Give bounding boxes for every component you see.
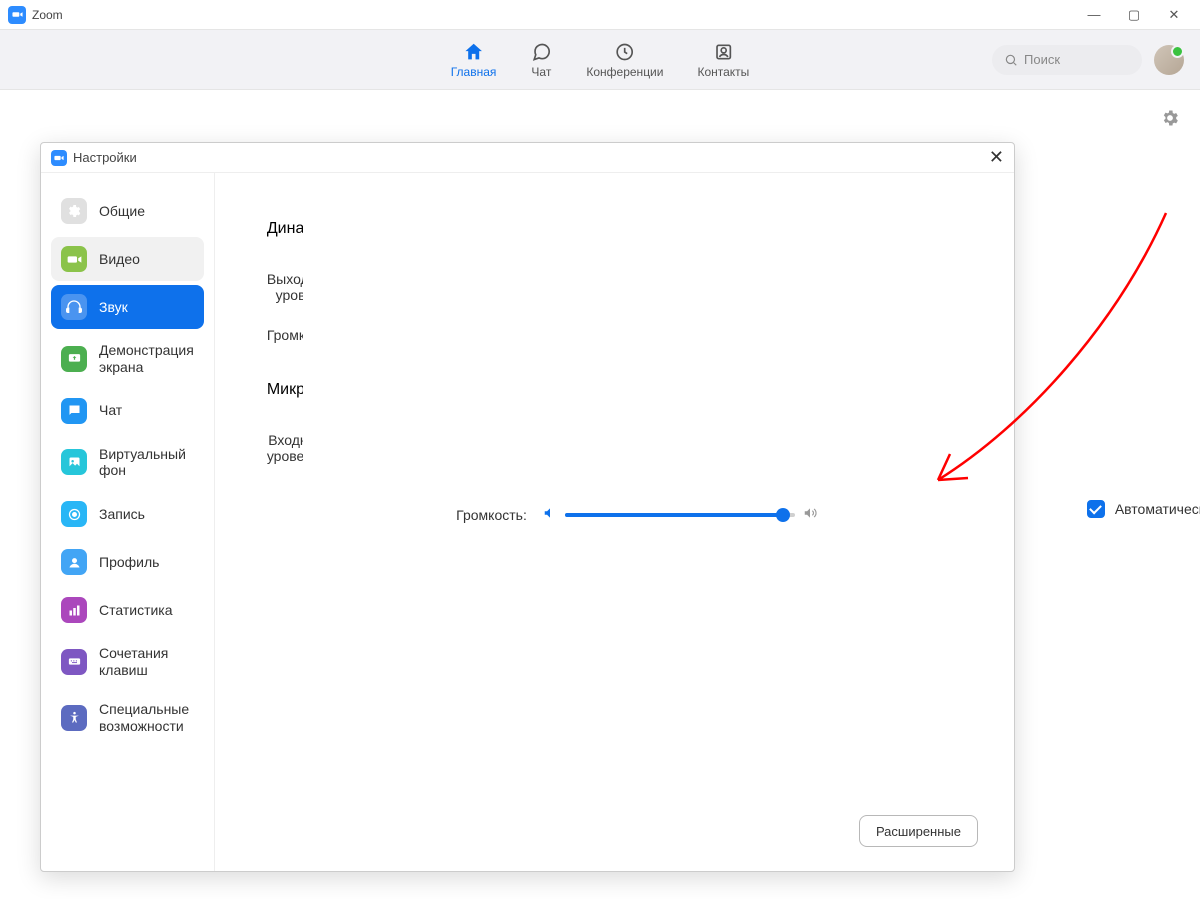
maximize-button[interactable]: ▢ — [1126, 7, 1142, 23]
advanced-button[interactable]: Расширенные — [859, 815, 978, 847]
zoom-app-icon — [51, 150, 67, 166]
gear-icon[interactable] — [1160, 108, 1180, 133]
minimize-button[interactable]: — — [1086, 7, 1102, 23]
profile-icon — [61, 549, 87, 575]
sidebar-item-video[interactable]: Видео — [51, 237, 204, 281]
close-window-button[interactable]: ✕ — [1166, 7, 1182, 23]
sidebar-item-label: Виртуальный фон — [99, 446, 194, 480]
sidebar-item-share-screen[interactable]: Демонстрация экрана — [51, 333, 204, 385]
contacts-icon — [712, 41, 734, 63]
sidebar-item-label: Звук — [99, 299, 128, 316]
video-icon — [61, 246, 87, 272]
tab-chat[interactable]: Чат — [530, 41, 552, 79]
tab-contacts[interactable]: Контакты — [697, 41, 749, 79]
search-placeholder: Поиск — [1024, 52, 1060, 67]
sidebar-item-general[interactable]: Общие — [51, 189, 204, 233]
output-level-label: Выходной уровень: — [267, 271, 303, 303]
search-input[interactable]: Поиск — [992, 45, 1142, 75]
sidebar-item-virtual-bg[interactable]: Виртуальный фон — [51, 437, 204, 489]
sidebar-item-label: Профиль — [99, 554, 159, 571]
settings-title: Настройки — [73, 150, 137, 165]
top-nav: Главная Чат Конференции Контакты Поиск — [0, 30, 1200, 90]
keyboard-icon — [61, 649, 87, 675]
audio-settings-panel: Динамик Проверить ... Динамики (Realtek … — [215, 173, 303, 871]
tab-label: Чат — [531, 65, 551, 79]
avatar[interactable] — [1154, 45, 1184, 75]
share-screen-icon — [61, 346, 87, 372]
sidebar-item-accessibility[interactable]: Специальные возможности — [51, 692, 204, 744]
sidebar-item-label: Специальные возможности — [99, 701, 194, 735]
settings-modal: Настройки ✕ Общие Видео Звук Д — [40, 142, 1015, 872]
headphones-icon — [61, 294, 87, 320]
stats-icon — [61, 597, 87, 623]
sidebar-item-label: Сочетания клавиш — [99, 645, 194, 679]
sidebar-item-label: Чат — [99, 402, 122, 419]
tab-label: Главная — [451, 65, 497, 79]
checkbox-icon — [1087, 500, 1105, 518]
mic-section-label: Микрофон — [267, 381, 303, 399]
titlebar: Zoom — ▢ ✕ — [0, 0, 1200, 30]
sidebar-item-label: Видео — [99, 251, 140, 268]
sidebar-item-recording[interactable]: Запись — [51, 492, 204, 536]
volume-low-icon — [543, 506, 557, 525]
volume-high-icon — [803, 506, 817, 525]
chat-icon — [61, 398, 87, 424]
sidebar-item-audio[interactable]: Звук — [51, 285, 204, 329]
mic-volume-slider[interactable] — [565, 513, 795, 517]
settings-sidebar: Общие Видео Звук Демонстрация экрана Чат — [41, 173, 215, 871]
tab-home[interactable]: Главная — [451, 41, 497, 79]
record-icon — [61, 501, 87, 527]
zoom-app-icon — [8, 6, 26, 24]
window-title: Zoom — [32, 8, 63, 22]
chat-icon — [530, 41, 552, 63]
input-level-label: Входной уровень: — [267, 432, 303, 464]
tab-label: Контакты — [697, 65, 749, 79]
speaker-section-label: Динамик — [267, 220, 303, 238]
sidebar-item-chat[interactable]: Чат — [51, 389, 204, 433]
gear-icon — [61, 198, 87, 224]
sidebar-item-shortcuts[interactable]: Сочетания клавиш — [51, 636, 204, 688]
sidebar-item-profile[interactable]: Профиль — [51, 540, 204, 584]
auto-adjust-volume-checkbox[interactable]: Автоматически регулировать гром... — [1087, 173, 1200, 845]
mic-volume-label: Громкость: — [303, 507, 543, 523]
home-icon — [463, 41, 485, 63]
sidebar-item-label: Запись — [99, 506, 145, 523]
accessibility-icon — [61, 705, 87, 731]
clock-icon — [614, 41, 636, 63]
sidebar-item-label: Демонстрация экрана — [99, 342, 194, 376]
search-icon — [1004, 53, 1018, 67]
settings-header: Настройки ✕ — [41, 143, 1014, 173]
sidebar-item-label: Статистика — [99, 602, 173, 619]
virtual-bg-icon — [61, 449, 87, 475]
tab-meetings[interactable]: Конференции — [586, 41, 663, 79]
close-settings-button[interactable]: ✕ — [989, 147, 1004, 168]
tab-label: Конференции — [586, 65, 663, 79]
sidebar-item-stats[interactable]: Статистика — [51, 588, 204, 632]
speaker-volume-label: Громкость: — [267, 327, 303, 343]
sidebar-item-label: Общие — [99, 203, 145, 220]
